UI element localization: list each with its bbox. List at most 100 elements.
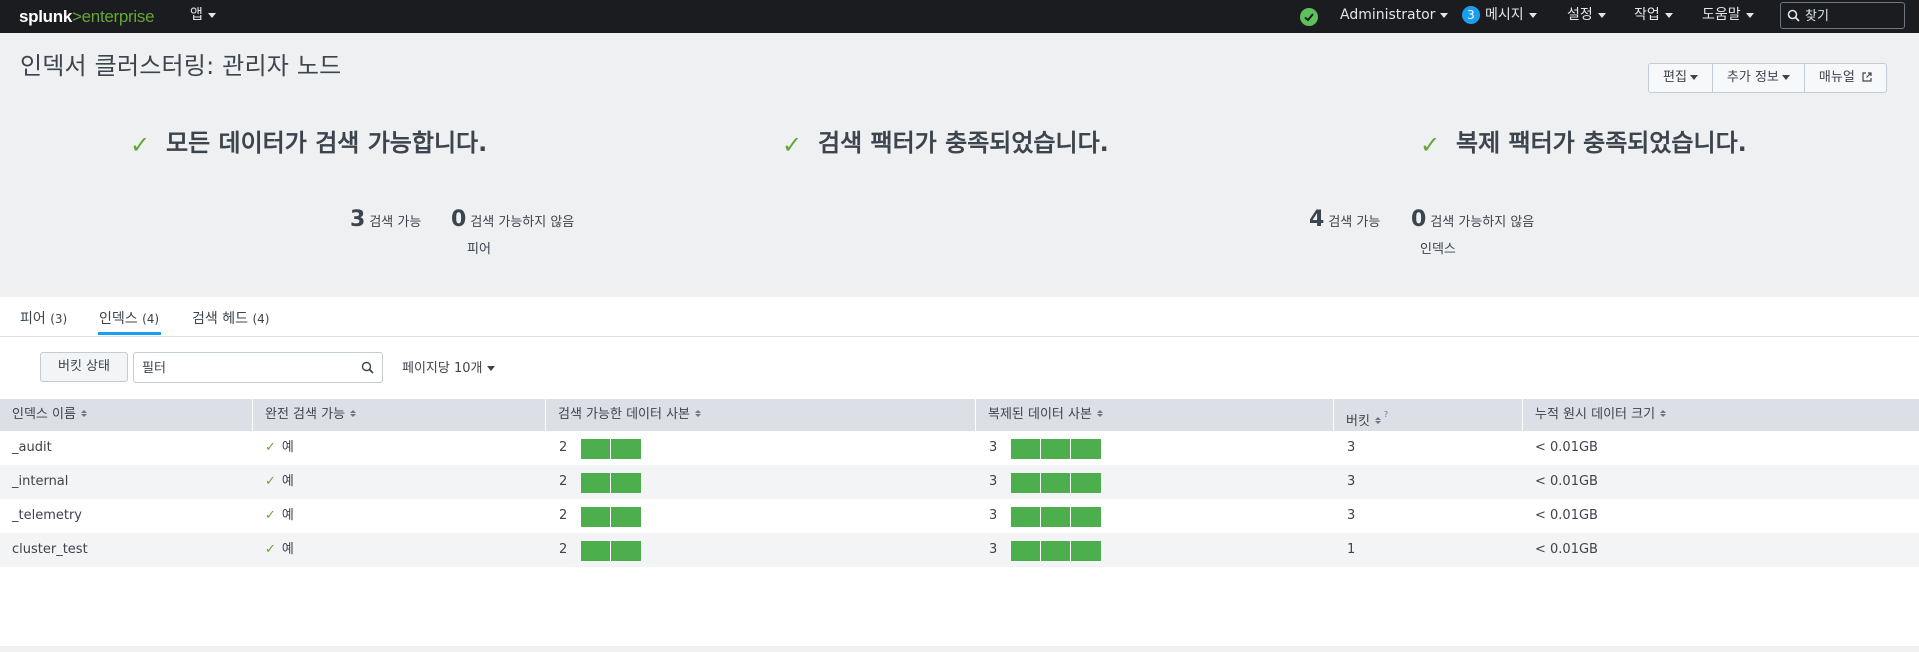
check-icon: ✓ [265, 474, 276, 489]
copy-bar-segment [611, 473, 641, 493]
summary-replication-factor: ✓ 복제 팩터가 충족되었습니다. [1420, 129, 1747, 159]
index-stats-caption: 인덱스 [1420, 242, 1456, 257]
rep-copies-cell: 3 [989, 474, 998, 489]
find-input[interactable] [1805, 6, 1900, 26]
column-header-index-name[interactable]: 인덱스 이름 [0, 399, 253, 431]
size-cell: < 0.01GB [1535, 474, 1598, 489]
copy-bar-segment [611, 541, 641, 561]
check-icon: ✓ [130, 131, 151, 159]
peer-searchable-stat: 3 검색 가능 [350, 207, 422, 232]
column-header-buckets[interactable]: 버킷? [1334, 399, 1523, 431]
chevron-down-icon [1597, 12, 1606, 18]
search-icon [1787, 9, 1800, 22]
index-table: 인덱스 이름 완전 검색 가능 검색 가능한 데이터 사본 복제된 데이터 사본… [0, 399, 1919, 567]
activity-menu[interactable]: 작업 [1634, 0, 1673, 33]
rep-copies-cell: 3 [989, 542, 998, 557]
search-copies-bar [581, 439, 641, 459]
column-header-raw-data-size[interactable]: 누적 원시 데이터 크기 [1523, 399, 1919, 431]
splunk-logo[interactable]: splunk>enterprise [19, 7, 155, 27]
copy-bar-segment [1041, 473, 1071, 493]
chevron-down-icon [487, 366, 496, 371]
searchable-cell: ✓ 예 [265, 474, 294, 489]
search-copies-bar [581, 541, 641, 561]
more-info-button[interactable]: 추가 정보 [1713, 64, 1805, 92]
copy-bar-segment [1041, 439, 1071, 459]
sort-icon [1097, 410, 1103, 417]
rep-copies-bar [1011, 507, 1101, 527]
user-menu[interactable]: Administrator [1340, 0, 1449, 33]
filter-box [133, 352, 383, 383]
table-row: _internal ✓ 예 2 3 3 < 0.01GB [0, 465, 1919, 499]
searchable-cell: ✓ 예 [265, 440, 294, 455]
rep-copies-cell: 3 [989, 440, 998, 455]
search-copies-cell: 2 [559, 508, 568, 523]
peer-not-searchable-stat: 0 검색 가능하지 않음 [451, 207, 575, 232]
messages-count-badge: 3 [1462, 6, 1480, 24]
sort-icon [1375, 417, 1381, 424]
chevron-down-icon [1664, 12, 1673, 18]
health-status-icon[interactable] [1300, 8, 1318, 26]
copy-bar-segment [1041, 541, 1071, 561]
column-header-fully-searchable[interactable]: 완전 검색 가능 [253, 399, 546, 431]
summary-search-factor: ✓ 검색 팩터가 충족되었습니다. [782, 129, 1109, 159]
search-copies-cell: 2 [559, 542, 568, 557]
copy-bar-segment [581, 541, 611, 561]
check-icon: ✓ [265, 542, 276, 557]
chevron-down-icon [1745, 12, 1754, 18]
index-name-cell: _audit [12, 440, 52, 455]
search-icon[interactable] [361, 361, 374, 374]
copy-bar-segment [1011, 439, 1041, 459]
tab-search-heads[interactable]: 검색 헤드 (4) [192, 308, 269, 328]
buckets-cell: 3 [1347, 440, 1356, 455]
help-icon[interactable]: ? [1384, 410, 1388, 419]
copy-bar-segment [611, 439, 641, 459]
bucket-status-button[interactable]: 버킷 상태 [40, 352, 128, 382]
messages-menu[interactable]: 3 메시지 [1462, 0, 1537, 33]
copy-bar-segment [581, 507, 611, 527]
apps-menu[interactable]: 앱 [190, 0, 216, 33]
tab-indexes[interactable]: 인덱스 (4) [99, 308, 159, 328]
size-cell: < 0.01GB [1535, 542, 1598, 557]
per-page-dropdown[interactable]: 페이지당 10개 [402, 357, 496, 376]
check-icon: ✓ [782, 131, 803, 159]
rep-copies-bar [1011, 541, 1101, 561]
header-button-group: 편집 추가 정보 매뉴얼 [1648, 63, 1887, 93]
tab-peers[interactable]: 피어 (3) [20, 308, 67, 328]
copy-bar-segment [611, 507, 641, 527]
docs-button[interactable]: 매뉴얼 [1805, 64, 1886, 92]
size-cell: < 0.01GB [1535, 508, 1598, 523]
chevron-down-icon [207, 12, 216, 18]
search-copies-bar [581, 507, 641, 527]
index-name-cell: _internal [12, 474, 69, 489]
copy-bar-segment [1011, 473, 1041, 493]
index-searchable-stat: 4 검색 가능 [1309, 207, 1381, 232]
size-cell: < 0.01GB [1535, 440, 1598, 455]
copy-bar-segment [1041, 507, 1071, 527]
external-link-icon [1862, 72, 1872, 82]
searchable-cell: ✓ 예 [265, 542, 294, 557]
index-name-cell: _telemetry [12, 508, 83, 523]
column-header-searchable-copies[interactable]: 검색 가능한 데이터 사본 [546, 399, 976, 431]
column-header-replicated-copies[interactable]: 복제된 데이터 사본 [976, 399, 1334, 431]
sort-icon [350, 410, 356, 417]
search-copies-cell: 2 [559, 474, 568, 489]
rep-copies-bar [1011, 473, 1101, 493]
copy-bar-segment [1011, 507, 1041, 527]
page-footer-divider [0, 646, 1919, 652]
edit-button[interactable]: 편집 [1649, 64, 1713, 92]
chevron-down-icon [1781, 75, 1790, 80]
rep-copies-cell: 3 [989, 508, 998, 523]
summary-all-searchable: ✓ 모든 데이터가 검색 가능합니다. [130, 129, 488, 159]
settings-menu[interactable]: 설정 [1567, 0, 1606, 33]
copy-bar-segment [581, 473, 611, 493]
chevron-down-icon [1440, 12, 1449, 18]
sort-icon [1660, 410, 1666, 417]
help-menu[interactable]: 도움말 [1702, 0, 1754, 33]
filter-input[interactable] [142, 358, 352, 378]
copy-bar-segment [1071, 541, 1101, 561]
find-box[interactable] [1780, 2, 1905, 29]
check-icon: ✓ [265, 440, 276, 455]
copy-bar-segment [1071, 439, 1101, 459]
rep-copies-bar [1011, 439, 1101, 459]
searchable-cell: ✓ 예 [265, 508, 294, 523]
